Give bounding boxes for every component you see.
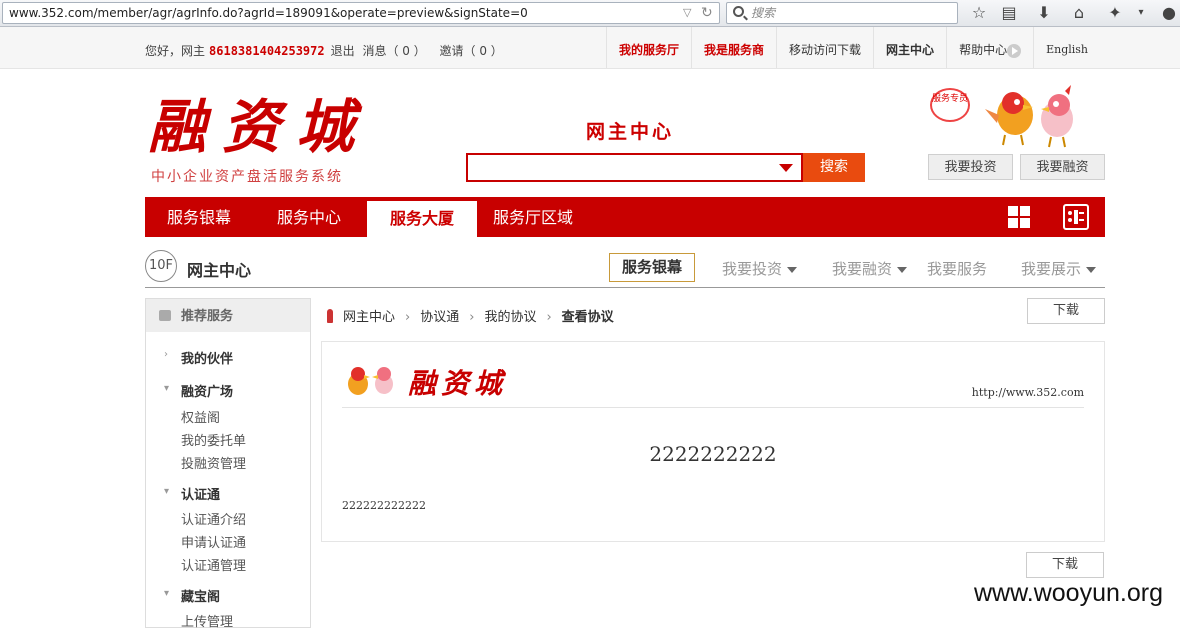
breadcrumb-item[interactable]: 网主中心 xyxy=(343,310,395,325)
breadcrumb-item[interactable]: 我的协议 xyxy=(484,310,536,325)
search-button[interactable]: 搜索 xyxy=(803,153,865,182)
document-body: 222222222222 xyxy=(342,499,426,512)
address-bar[interactable]: www.352.com/member/agr/agrInfo.do?agrId=… xyxy=(2,2,720,24)
agreement-document: 融资城 http://www.352.com 2222222222 222222… xyxy=(321,341,1105,542)
sidebar-item-investment-mgmt[interactable]: 投融资管理 xyxy=(181,453,246,472)
download-button-bottom[interactable]: 下载 xyxy=(1026,552,1104,578)
subnav-showcase-label: 我要展示 xyxy=(1021,260,1082,278)
browser-search-placeholder: 搜索 xyxy=(751,6,776,20)
floor-number-badge: 10F xyxy=(145,250,177,282)
messages-link[interactable]: 消息（ 0 ） xyxy=(362,44,425,58)
english-link[interactable]: English xyxy=(1033,27,1100,68)
person-icon xyxy=(327,309,333,323)
breadcrumb: 网主中心 › 协议通 › 我的协议 › 查看协议 xyxy=(327,306,614,325)
document-divider xyxy=(342,407,1084,408)
sidebar-item-cert-apply[interactable]: 申请认证通 xyxy=(181,532,246,551)
center-title: 网主中心 xyxy=(586,121,675,143)
subnav-showcase[interactable]: 我要展示 xyxy=(1021,258,1097,279)
document-title: 2222222222 xyxy=(649,442,777,466)
reload-icon[interactable]: ↻ xyxy=(701,3,713,23)
sidebar-item-equity[interactable]: 权益阁 xyxy=(181,407,220,426)
subnav-invest[interactable]: 我要投资 xyxy=(722,258,798,279)
play-icon xyxy=(1007,43,1022,58)
floor-title: 网主中心 xyxy=(187,261,252,280)
caret-down-icon xyxy=(787,266,798,273)
breadcrumb-item[interactable]: 协议通 xyxy=(420,310,459,325)
search-dropdown-icon[interactable] xyxy=(779,164,793,172)
invites-link[interactable]: 邀请（ 0 ） xyxy=(440,44,503,58)
subnav-service[interactable]: 我要服务 xyxy=(927,258,987,279)
browser-toolbar: www.352.com/member/agr/agrInfo.do?agrId=… xyxy=(0,0,1180,27)
sidebar-item-cert-mgmt[interactable]: 认证通管理 xyxy=(181,555,246,574)
sidebar-group-treasure[interactable]: 藏宝阁 xyxy=(181,586,220,605)
top-strip: 您好，网主 8618381404253972 退出 消息（ 0 ） 邀请（ 0 ） … xyxy=(0,27,1180,69)
breadcrumb-current: 查看协议 xyxy=(561,310,614,325)
top-links: 我的服务厅 我是服务商 移动访问下载 网主中心 帮助中心 English xyxy=(606,27,1100,68)
subnav-invest-label: 我要投资 xyxy=(722,260,783,278)
chat-icon[interactable]: ● xyxy=(1158,3,1180,23)
nav-service-screen[interactable]: 服务银幕 xyxy=(167,197,231,237)
main-nav: 服务银幕 服务中心 服务大厦 服务厅区域 xyxy=(145,197,1105,237)
chevron-down-icon: ▾ xyxy=(164,588,170,599)
site-logo[interactable]: 融资城 xyxy=(148,92,370,162)
logo-subtitle: 中小企业资产盘活服务系统 xyxy=(151,169,343,185)
sidebar-item-my-orders[interactable]: 我的委托单 xyxy=(181,430,246,449)
extension-dropdown-icon[interactable]: ▾ xyxy=(1130,3,1152,23)
document-url: http://www.352.com xyxy=(971,386,1084,399)
service-agent-badge[interactable]: 服务专员 xyxy=(930,88,970,122)
sidebar-group-finance-plaza[interactable]: 融资广场 xyxy=(181,381,233,400)
dropdown-icon[interactable]: ▽ xyxy=(683,3,691,23)
my-service-hall-link[interactable]: 我的服务厅 xyxy=(606,27,691,68)
chevron-down-icon: ▾ xyxy=(164,383,170,394)
subnav-finance-label: 我要融资 xyxy=(832,260,893,278)
main-search-input[interactable] xyxy=(466,153,803,182)
chevron-right-icon: › xyxy=(164,349,168,360)
chevron-down-icon: ▾ xyxy=(164,486,170,497)
sidebar-header-label: 推荐服务 xyxy=(181,309,234,324)
calculator-icon[interactable] xyxy=(1063,204,1089,230)
greeting-text: 您好，网主 xyxy=(145,44,206,58)
thumbs-up-icon xyxy=(159,310,171,321)
sidebar: 推荐服务 › 我的伙伴 ▾ 融资广场 权益阁 我的委托单 投融资管理 ▾ 认证通… xyxy=(145,298,311,630)
caret-down-icon xyxy=(897,266,908,273)
help-center-link[interactable]: 帮助中心 xyxy=(946,27,1033,68)
nav-service-area[interactable]: 服务厅区域 xyxy=(493,197,573,237)
nav-service-tower[interactable]: 服务大厦 xyxy=(367,201,477,237)
subnav-finance[interactable]: 我要融资 xyxy=(832,258,908,279)
reading-list-icon[interactable]: ▤ xyxy=(998,3,1020,23)
finance-button[interactable]: 我要融资 xyxy=(1020,154,1105,180)
watermark: www.wooyun.org xyxy=(974,579,1163,607)
address-url: www.352.com/member/agr/agrInfo.do?agrId=… xyxy=(9,6,528,20)
sidebar-group-partners[interactable]: 我的伙伴 xyxy=(181,348,233,367)
i-am-provider-link[interactable]: 我是服务商 xyxy=(691,27,776,68)
document-logo: 融资城 xyxy=(408,367,508,400)
sidebar-item-cert-intro[interactable]: 认证通介绍 xyxy=(181,509,246,528)
sidebar-item-upload-mgmt[interactable]: 上传管理 xyxy=(181,611,233,630)
divider xyxy=(145,287,1105,288)
caret-down-icon xyxy=(1086,266,1097,273)
mobile-download-link[interactable]: 移动访问下载 xyxy=(776,27,873,68)
sidebar-group-certification[interactable]: 认证通 xyxy=(181,484,220,503)
invest-button[interactable]: 我要投资 xyxy=(928,154,1013,180)
browser-search-input[interactable]: 搜索 xyxy=(726,2,958,24)
sidebar-header: 推荐服务 xyxy=(146,299,310,332)
subnav-service-screen[interactable]: 服务银幕 xyxy=(609,253,695,282)
extension-icon[interactable]: ✦ xyxy=(1104,3,1126,23)
document-mascot-image xyxy=(348,367,393,395)
download-arrow-icon[interactable]: ⬇ xyxy=(1033,3,1055,23)
logout-link[interactable]: 退出 xyxy=(331,44,355,58)
nav-service-center[interactable]: 服务中心 xyxy=(277,197,341,237)
bookmark-star-icon[interactable]: ☆ xyxy=(968,3,990,23)
user-greeting: 您好，网主 8618381404253972 退出 消息（ 0 ） 邀请（ 0 ） xyxy=(145,42,503,59)
help-center-label: 帮助中心 xyxy=(959,43,1008,57)
search-icon xyxy=(733,6,744,17)
owner-center-link[interactable]: 网主中心 xyxy=(873,27,946,68)
user-phone: 8618381404253972 xyxy=(209,44,325,58)
home-icon[interactable]: ⌂ xyxy=(1068,3,1090,23)
grid-icon[interactable] xyxy=(1008,206,1030,228)
download-button-top[interactable]: 下载 xyxy=(1027,298,1105,324)
